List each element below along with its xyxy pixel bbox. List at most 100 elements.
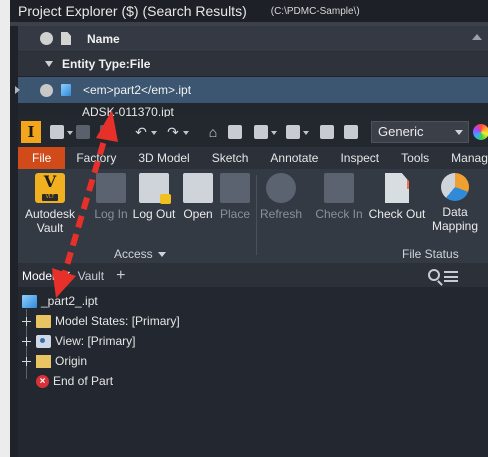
open-icon	[183, 173, 213, 203]
part-icon	[22, 294, 37, 308]
row-expand-icon[interactable]	[15, 86, 20, 94]
data-mapping-label: Data Mapping	[431, 205, 479, 233]
view-icon	[36, 334, 51, 348]
undo-dropdown-icon[interactable]	[151, 131, 157, 135]
tree-node-root[interactable]: _part2_.ipt	[22, 291, 98, 311]
log-in-label: Log In	[94, 207, 128, 221]
name-column-header[interactable]: Name	[87, 32, 120, 46]
sort-arrow-icon[interactable]	[472, 34, 482, 40]
tab-sketch[interactable]: Sketch	[201, 147, 260, 169]
check-in-button[interactable]: Check In	[314, 173, 364, 221]
autodesk-vault-label: Autodesk Vault	[24, 207, 76, 235]
data-mapping-button[interactable]: Data Mapping	[428, 173, 482, 233]
column-header-row[interactable]: Name	[18, 26, 488, 52]
explorer-path: (C:\PDMC-Sample\)	[270, 5, 360, 17]
expand-plus-icon[interactable]	[22, 317, 31, 326]
quick-access-toolbar: I ↶ ↷ ⌂ Generic	[18, 117, 488, 147]
redo-dropdown-icon[interactable]	[183, 131, 189, 135]
autodesk-vault-button[interactable]: V VLT Autodesk Vault	[22, 173, 78, 235]
check-in-icon	[324, 173, 354, 203]
tab-manage[interactable]: Manage	[440, 147, 488, 169]
tab-inspect[interactable]: Inspect	[329, 147, 390, 169]
browser-tab-bar: Model ✕ Vault +	[18, 265, 488, 287]
search-icon[interactable]	[428, 269, 440, 281]
panel-file-status-label: File Status	[402, 247, 459, 261]
refresh-label: Refresh	[259, 207, 303, 221]
tab-tools[interactable]: Tools	[390, 147, 440, 169]
open-button[interactable]: Open	[178, 173, 218, 221]
part-file-icon	[61, 84, 71, 96]
log-in-icon	[96, 173, 126, 203]
table-row[interactable]: ADSK-011370.ipt	[18, 103, 488, 117]
refresh-icon	[266, 173, 296, 203]
vault-icon: V VLT	[35, 173, 65, 203]
save-icon[interactable]	[100, 125, 114, 139]
tree-node-origin[interactable]: Origin	[22, 351, 87, 371]
redo-icon[interactable]: ↷	[166, 125, 180, 139]
refresh-button[interactable]: Refresh	[258, 173, 304, 221]
update-icon[interactable]	[320, 125, 334, 139]
browser-tab-vault[interactable]: Vault	[74, 265, 108, 287]
expand-plus-icon[interactable]	[22, 337, 31, 346]
vault-ribbon-panel: V VLT Autodesk Vault Log In Log Out Open …	[18, 169, 488, 263]
select-tool-icon[interactable]	[228, 125, 242, 139]
measure-icon[interactable]	[254, 125, 268, 139]
collapse-triangle-icon[interactable]	[45, 61, 53, 67]
tab-annotate[interactable]: Annotate	[259, 147, 329, 169]
menu-icon[interactable]	[444, 271, 458, 282]
chevron-down-icon[interactable]	[455, 130, 463, 135]
tab-factory[interactable]: Factory	[65, 147, 127, 169]
home-icon[interactable]: ⌂	[206, 125, 220, 139]
place-button[interactable]: Place	[216, 173, 254, 221]
table-row[interactable]: <em>part2</em>.ipt	[15, 77, 488, 103]
group-label: Entity Type:File	[62, 57, 151, 71]
check-out-icon	[385, 173, 409, 203]
folder-icon	[36, 314, 51, 328]
status-dot-icon	[40, 83, 53, 97]
export-icon[interactable]	[286, 125, 300, 139]
tab-file[interactable]: File	[18, 147, 66, 169]
new-file-icon[interactable]	[50, 125, 64, 139]
inventor-logo[interactable]: I	[21, 121, 41, 143]
panel-access-dropdown-icon[interactable]	[158, 252, 166, 257]
tree-node-end-of-part[interactable]: × End of Part	[22, 371, 113, 391]
add-tab-icon[interactable]: +	[116, 265, 125, 287]
tree-node-label: End of Part	[53, 374, 114, 388]
log-out-button[interactable]: Log Out	[130, 173, 178, 221]
tab-3d-model[interactable]: 3D Model	[127, 147, 200, 169]
explorer-title: Project Explorer ($) (Search Results)	[18, 3, 247, 19]
close-icon[interactable]: ✕	[61, 268, 72, 284]
color-wheel-icon[interactable]	[473, 124, 488, 140]
expand-plus-icon[interactable]	[22, 357, 31, 366]
group-header-entity-type[interactable]: Entity Type:File	[18, 52, 488, 76]
log-out-icon	[139, 173, 171, 204]
check-out-button[interactable]: Check Out	[366, 173, 428, 221]
tree-node-label: Origin	[55, 354, 88, 368]
export-dropdown-icon[interactable]	[303, 131, 309, 135]
origin-icon	[36, 354, 51, 368]
tree-node-label: View: [Primary]	[55, 334, 136, 348]
browser-tab-model[interactable]: Model	[18, 265, 59, 287]
material-style-value: Generic	[378, 124, 424, 139]
tree-node-model-states[interactable]: Model States: [Primary]	[22, 311, 180, 331]
file-type-column-icon	[61, 32, 71, 45]
open-label: Open	[183, 207, 213, 221]
tree-node-label: Model States: [Primary]	[55, 314, 180, 328]
undo-icon[interactable]: ↶	[134, 125, 148, 139]
tree-node-label: _part2_.ipt	[41, 294, 98, 308]
log-in-button[interactable]: Log In	[88, 173, 134, 221]
status-column-icon	[40, 32, 53, 45]
model-browser-tree: _part2_.ipt Model States: [Primary] View…	[18, 287, 488, 457]
appearance-icon[interactable]	[344, 125, 358, 139]
measure-dropdown-icon[interactable]	[271, 131, 277, 135]
open-folder-icon[interactable]	[76, 125, 90, 139]
check-out-label: Check Out	[368, 207, 426, 221]
ribbon-separator	[256, 175, 257, 255]
log-out-label: Log Out	[132, 207, 176, 221]
new-dropdown-icon[interactable]	[67, 131, 73, 135]
end-of-part-icon: ×	[36, 374, 49, 388]
material-style-combo[interactable]: Generic	[371, 121, 469, 143]
check-in-label: Check In	[315, 207, 363, 221]
place-label: Place	[219, 207, 251, 221]
tree-node-view[interactable]: View: [Primary]	[22, 331, 135, 351]
